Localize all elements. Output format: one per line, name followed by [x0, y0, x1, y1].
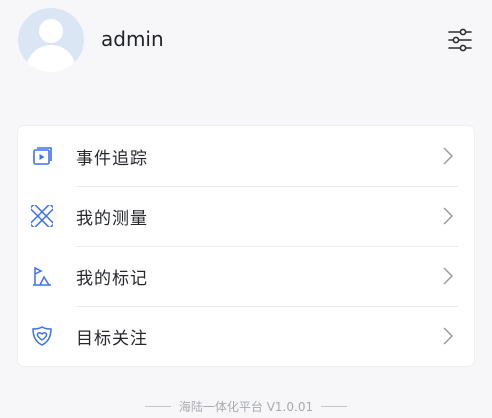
sliders-icon — [448, 28, 472, 52]
footer-divider — [144, 406, 171, 407]
heart-shield-icon — [30, 324, 54, 348]
menu-item-target-follow[interactable]: 目标关注 — [18, 306, 474, 366]
chevron-right-icon — [440, 326, 456, 346]
marker-flag-icon — [30, 264, 54, 288]
avatar-body — [26, 45, 76, 72]
menu-item-label: 我的测量 — [76, 208, 148, 229]
profile-page: admin 事件追踪 我的测量 我的标记 目标关注 海陆一体化平台 V1.0.0… — [0, 0, 492, 418]
footer: 海陆一体化平台 V1.0.01 — [0, 398, 492, 415]
chevron-right-icon — [440, 206, 456, 226]
menu-item-event-tracking[interactable]: 事件追踪 — [18, 126, 474, 186]
menu-item-my-markers[interactable]: 我的标记 — [18, 246, 474, 306]
chevron-right-icon — [440, 266, 456, 286]
username: admin — [101, 27, 164, 51]
menu-item-label: 事件追踪 — [76, 148, 148, 169]
user-avatar-icon[interactable] — [18, 8, 84, 72]
footer-version-text: 海陆一体化平台 V1.0.01 — [178, 400, 314, 414]
menu-card: 事件追踪 我的测量 我的标记 目标关注 — [18, 126, 474, 366]
settings-button[interactable] — [446, 26, 474, 54]
chevron-right-icon — [440, 146, 456, 166]
menu-item-my-measurements[interactable]: 我的测量 — [18, 186, 474, 246]
avatar-head — [39, 19, 63, 43]
play-square-icon — [30, 144, 54, 168]
profile-header: admin — [18, 8, 474, 72]
ruler-cross-icon — [30, 204, 54, 228]
menu-item-label: 我的标记 — [76, 268, 148, 289]
menu-item-label: 目标关注 — [76, 328, 148, 349]
footer-divider — [321, 406, 348, 407]
